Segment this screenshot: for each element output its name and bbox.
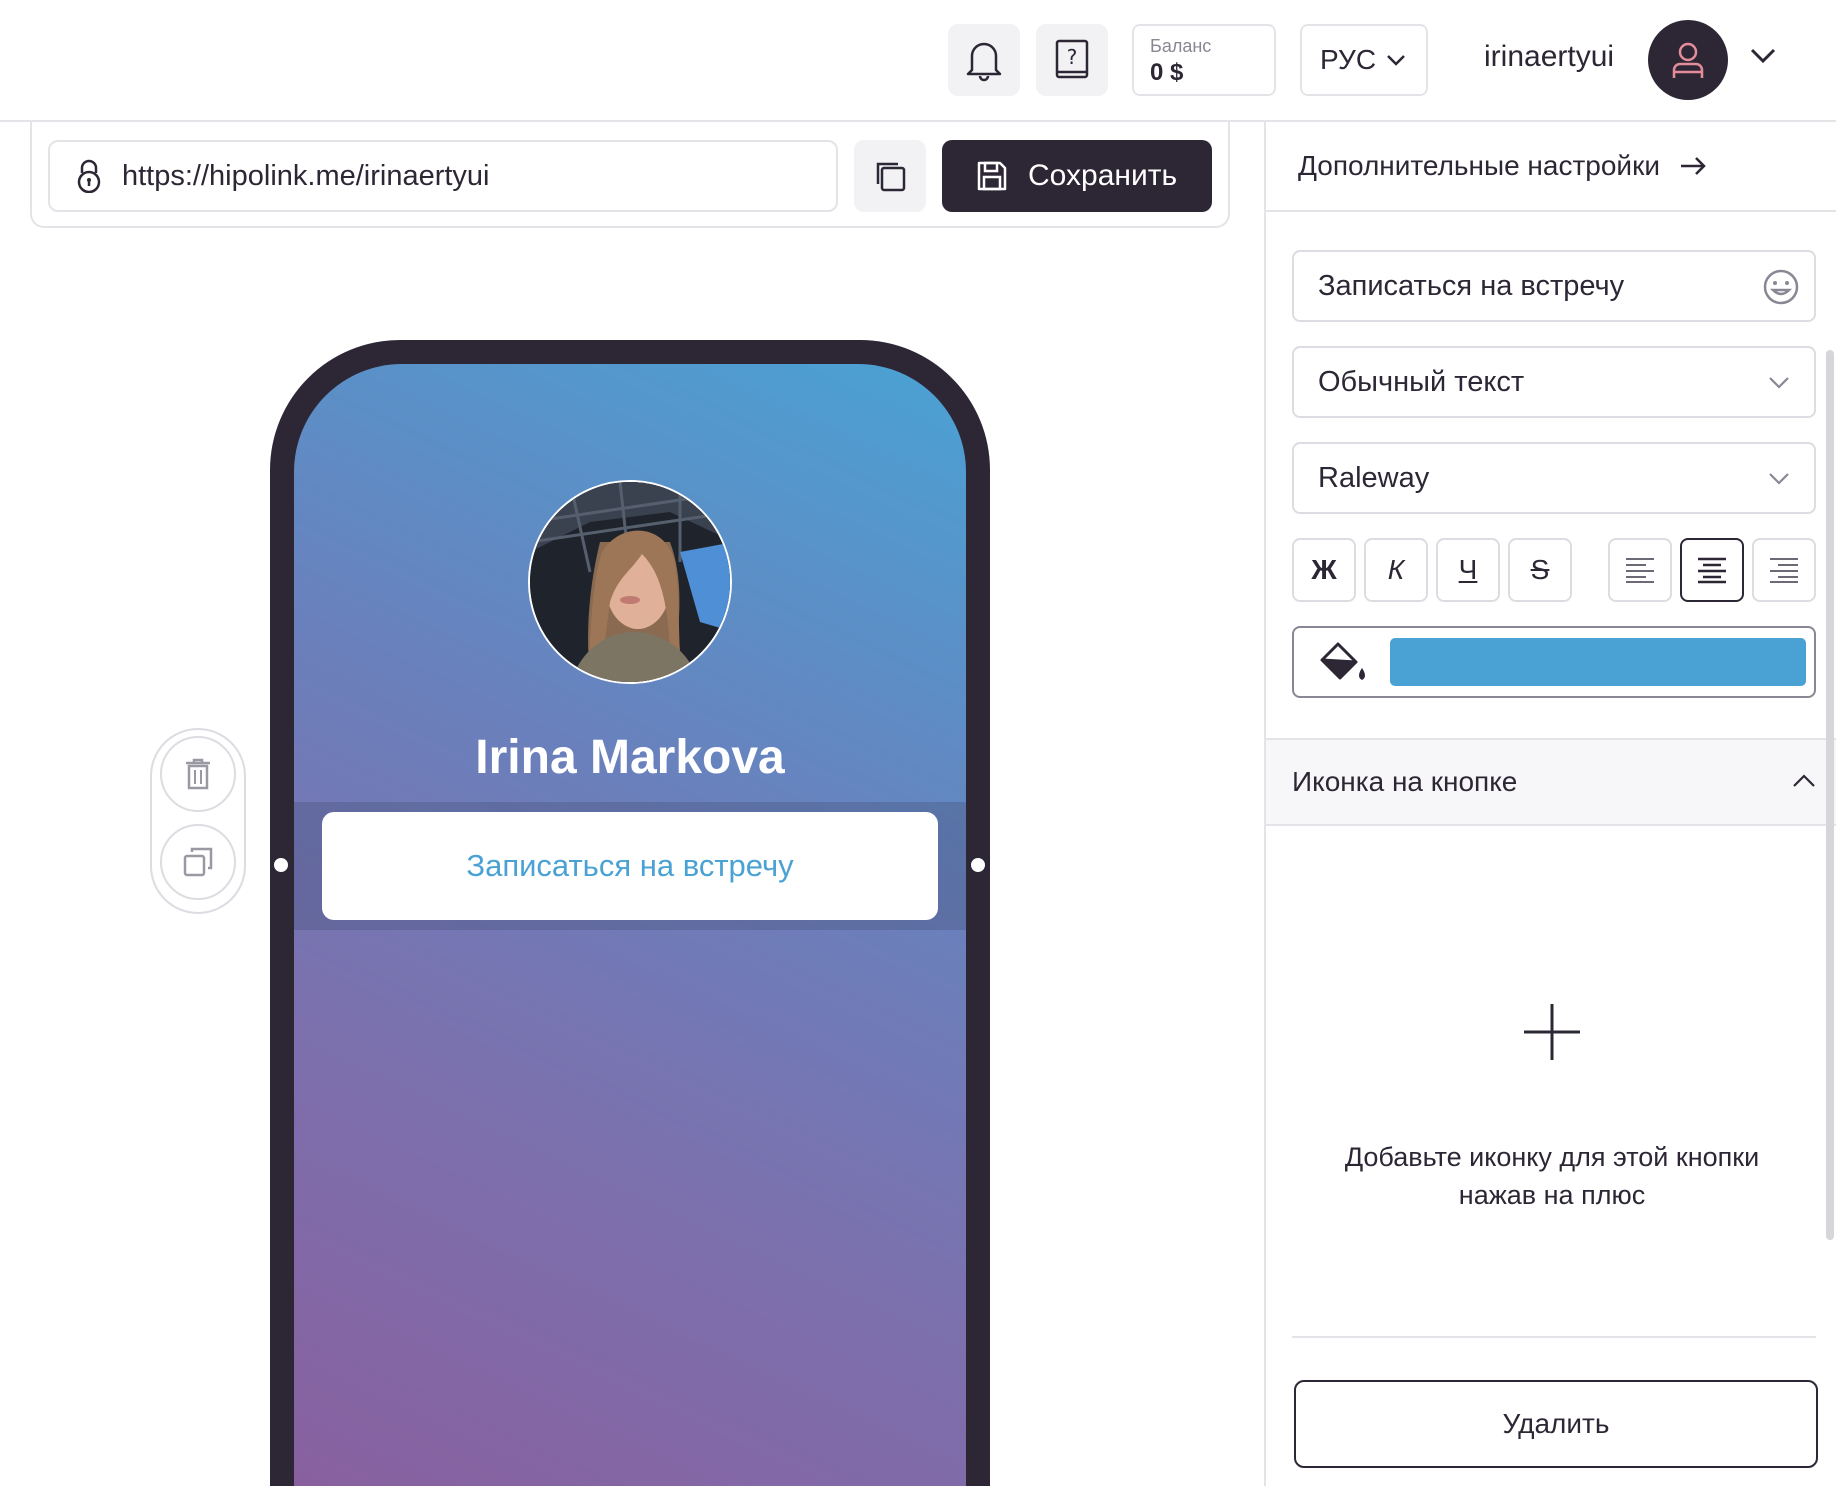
profile-photo <box>528 480 732 684</box>
user-icon <box>1672 42 1704 78</box>
top-header: ? Баланс 0 $ РУС irinaertyui <box>0 0 1836 122</box>
save-button[interactable]: Сохранить <box>942 140 1212 212</box>
button-color-picker[interactable] <box>1292 626 1816 698</box>
help-button[interactable]: ? <box>1036 24 1108 96</box>
duplicate-block-button[interactable] <box>160 824 236 900</box>
balance-widget[interactable]: Баланс 0 $ <box>1132 24 1276 96</box>
underline-button[interactable]: Ч <box>1436 538 1500 602</box>
profile-name: Irina Markova <box>475 731 785 784</box>
save-label: Сохранить <box>1028 159 1178 192</box>
help-book-icon: ? <box>1055 39 1089 79</box>
chevron-down-icon <box>1769 473 1789 485</box>
align-left-button[interactable] <box>1608 538 1672 602</box>
block-actions <box>150 728 246 914</box>
advanced-settings-link[interactable]: Дополнительные настройки <box>1266 122 1836 212</box>
duplicate-icon <box>183 847 213 877</box>
phone-screen: Irina Markova Записаться на встречу <box>294 364 966 1486</box>
chevron-up-icon <box>1793 774 1815 787</box>
bell-icon <box>966 42 1002 82</box>
avatar[interactable] <box>1648 20 1728 100</box>
text-style-value: Обычный текст <box>1318 365 1525 398</box>
trash-icon <box>186 758 210 790</box>
page-url-field[interactable]: https://hipolink.me/irinaertyui <box>48 140 838 212</box>
copy-url-button[interactable] <box>854 140 926 212</box>
delete-button[interactable]: Удалить <box>1294 1380 1818 1468</box>
language-select[interactable]: РУС <box>1300 24 1428 96</box>
balance-label: Баланс <box>1150 36 1212 56</box>
notifications-button[interactable] <box>948 24 1020 96</box>
settings-panel: Дополнительные настройки Записаться на в… <box>1264 122 1836 1486</box>
profile-portrait-image <box>530 482 730 682</box>
lock-icon <box>77 159 101 193</box>
divider <box>1292 1336 1816 1338</box>
chevron-down-icon <box>1387 55 1405 66</box>
copy-icon <box>876 162 906 192</box>
icon-hint-text: Добавьте иконку для этой кнопки нажав на… <box>1344 1142 1760 1210</box>
floppy-disk-icon <box>977 161 1007 191</box>
align-center-icon <box>1698 557 1726 584</box>
strikethrough-button[interactable]: S <box>1508 538 1572 602</box>
align-left-icon <box>1626 558 1654 583</box>
align-right-button[interactable] <box>1752 538 1816 602</box>
text-style-select[interactable]: Обычный текст <box>1292 346 1816 418</box>
align-right-icon <box>1770 558 1798 583</box>
language-value: РУС <box>1320 44 1377 75</box>
page-url: https://hipolink.me/irinaertyui <box>122 159 490 192</box>
paint-bucket-icon <box>1320 642 1365 680</box>
resize-handle-left[interactable] <box>272 856 290 874</box>
meeting-link-button[interactable]: Записаться на встречу <box>322 812 938 920</box>
color-swatch[interactable] <box>1390 638 1806 686</box>
align-center-button[interactable] <box>1680 538 1744 602</box>
button-text-input[interactable]: Записаться на встречу <box>1292 250 1816 322</box>
emoji-icon[interactable] <box>1762 268 1800 306</box>
chevron-down-icon <box>1769 377 1789 389</box>
font-select[interactable]: Raleway <box>1292 442 1816 514</box>
panel-scrollbar[interactable] <box>1826 350 1834 1240</box>
resize-handle-right[interactable] <box>969 856 987 874</box>
username[interactable]: irinaertyui <box>1484 40 1614 74</box>
delete-block-button[interactable] <box>160 736 236 812</box>
svg-text:?: ? <box>1067 45 1078 69</box>
phone-preview: Irina Markova Записаться на встречу <box>270 340 990 1486</box>
italic-button[interactable]: К <box>1364 538 1428 602</box>
advanced-settings-label: Дополнительные настройки <box>1298 150 1660 181</box>
bold-button[interactable]: Ж <box>1292 538 1356 602</box>
user-menu-chevron-icon[interactable] <box>1750 48 1776 64</box>
balance-value: 0 $ <box>1150 59 1184 86</box>
icon-section-title: Иконка на кнопке <box>1292 766 1518 797</box>
add-icon-plus-button[interactable] <box>1522 1002 1582 1062</box>
arrow-right-icon <box>1680 157 1706 175</box>
font-value: Raleway <box>1318 461 1430 494</box>
icon-section-header[interactable]: Иконка на кнопке <box>1266 738 1836 826</box>
button-text-value: Записаться на встречу <box>1318 269 1625 302</box>
